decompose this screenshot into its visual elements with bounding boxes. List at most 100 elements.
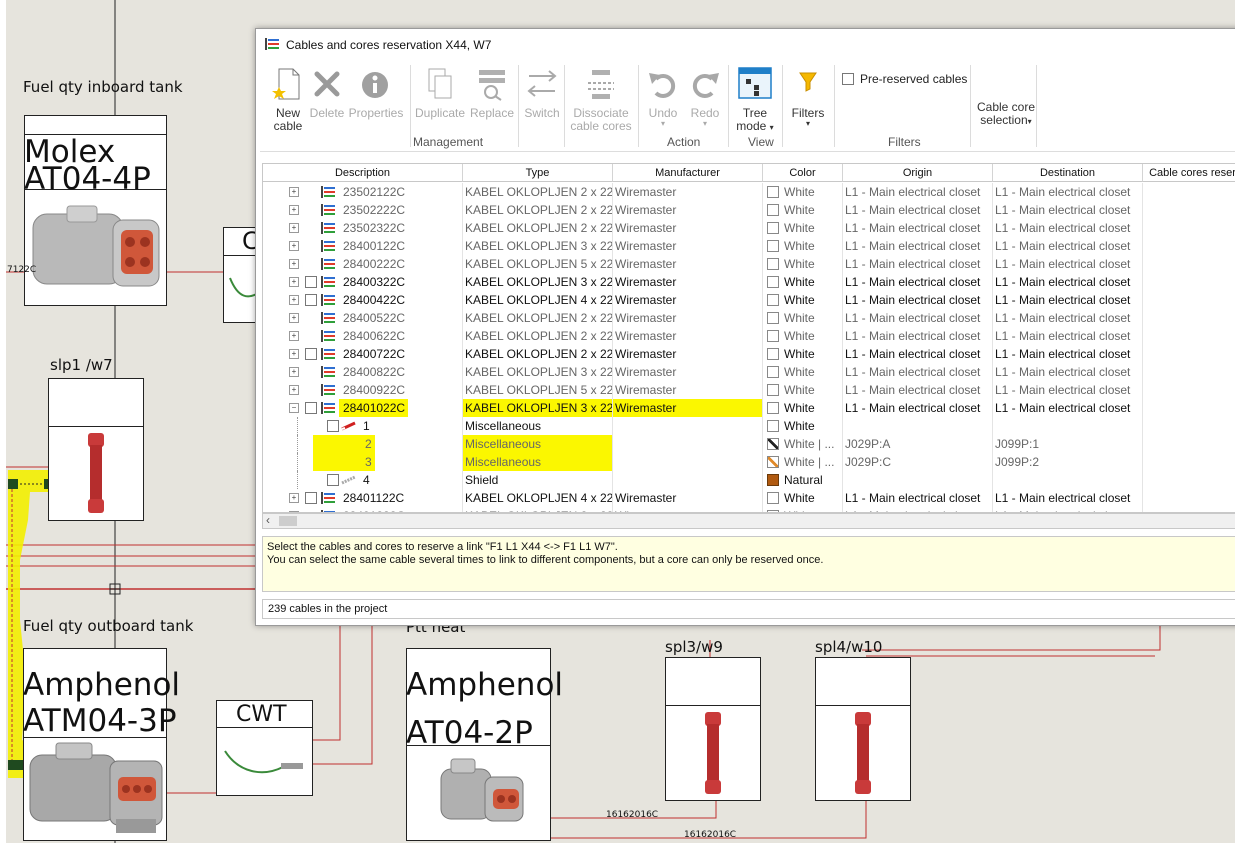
table-row[interactable]: +28400622C KABEL OKLOPLJEN 2 x 22 ... Wire… — [263, 327, 1235, 345]
cell-dest: J099P:2 — [993, 453, 1143, 471]
color-swatch-bicolor-black — [767, 437, 779, 450]
pre-reserved-cables-checkbox[interactable] — [842, 73, 854, 85]
dialog-titlebar[interactable]: Cables and cores reservation X44, W7 — [256, 29, 1235, 59]
scroll-thumb[interactable] — [279, 516, 297, 526]
undo-dropdown-arrow[interactable]: ▾ — [644, 120, 682, 128]
undo-button[interactable]: Undo ▾ — [644, 67, 682, 128]
tree-mode-button[interactable]: Tree mode ▾ — [734, 67, 776, 134]
col-header-origin[interactable]: Origin — [843, 164, 993, 182]
expand-toggle-icon[interactable]: + — [289, 223, 299, 233]
col-header-destination[interactable]: Destination — [993, 164, 1143, 182]
cwt-symbol[interactable]: CWT — [216, 700, 313, 796]
table-row[interactable]: +28401122C KABEL OKLOPLJEN 4 x 22 ... Wire… — [263, 489, 1235, 507]
info-line-2: You can select the same cable several ti… — [267, 554, 824, 566]
core-row[interactable]: 1 Miscellaneous White — [263, 417, 1235, 435]
color-swatch-white — [767, 275, 779, 288]
expand-toggle-icon[interactable]: + — [289, 493, 299, 503]
cell-origin: L1 - Main electrical closet — [843, 327, 993, 345]
col-header-cable-cores-reserved[interactable]: Cable cores reser — [1143, 164, 1235, 182]
row-checkbox[interactable] — [305, 492, 317, 504]
tree-mode-dropdown-arrow[interactable]: ▾ — [770, 123, 774, 132]
expand-toggle-icon[interactable]: + — [289, 259, 299, 269]
row-checkbox[interactable] — [305, 402, 317, 414]
expand-toggle-icon[interactable]: + — [289, 187, 299, 197]
table-row[interactable]: +28400522C KABEL OKLOPLJEN 2 x 22 ... Wire… — [263, 309, 1235, 327]
expand-toggle-icon[interactable]: + — [289, 313, 299, 323]
spl3-splice-symbol[interactable] — [665, 657, 761, 801]
table-row[interactable]: +23502222C KABEL OKLOPLJEN 2 x 22 ... Wire… — [263, 201, 1235, 219]
table-row[interactable]: − 28401022C KABEL OKLOPLJEN 3 x 22 ... Wire… — [263, 399, 1235, 417]
col-header-description[interactable]: Description — [263, 164, 463, 182]
properties-button[interactable]: Properties — [348, 67, 404, 120]
color-swatch-white — [767, 185, 779, 198]
new-cable-button[interactable]: New cable — [266, 67, 310, 133]
cell-description: − 28401022C — [263, 399, 463, 417]
expand-toggle-icon[interactable]: + — [289, 295, 299, 305]
expand-toggle-icon[interactable]: + — [289, 367, 299, 377]
col-header-manufacturer[interactable]: Manufacturer — [613, 164, 763, 182]
core-row[interactable]: 4 Shield Natural — [263, 471, 1235, 489]
cell-type: KABEL OKLOPLJEN 3 x 22 ... — [465, 363, 613, 381]
description-text: 1 — [363, 419, 370, 433]
expand-toggle-icon[interactable]: + — [289, 277, 299, 287]
delete-button[interactable]: Delete — [308, 67, 346, 120]
table-row[interactable]: +28400822C KABEL OKLOPLJEN 3 x 22 ... Wire… — [263, 363, 1235, 381]
core-row[interactable]: 3 Miscellaneous White | ... J029P:C J099P:2 — [263, 453, 1235, 471]
cell-type: KABEL OKLOPLJEN 2 x 22 ... — [465, 327, 613, 345]
slp1-splice-image — [88, 433, 104, 513]
redo-dropdown-arrow[interactable]: ▾ — [686, 120, 724, 128]
table-row[interactable]: +28400722C KABEL OKLOPLJEN 2 x 22 ... Wire… — [263, 345, 1235, 363]
filters-button[interactable]: Filters ▾ — [788, 67, 828, 128]
cables-table[interactable]: Description Type Manufacturer Color Orig… — [262, 163, 1235, 513]
core-row[interactable]: 2 Miscellaneous White | ... J029P:A J099P:1 — [263, 435, 1235, 453]
table-row[interactable]: +28400222C KABEL OKLOPLJEN 5 x 22 ... Wire… — [263, 255, 1235, 273]
cable-core-selection-button[interactable]: Cable core selection▾ — [974, 101, 1038, 128]
redo-button[interactable]: Redo ▾ — [686, 67, 724, 128]
cell-description: +28400322C — [263, 273, 463, 291]
cable-core-selection-dropdown-arrow[interactable]: ▾ — [1028, 117, 1032, 126]
replace-button[interactable]: Replace — [468, 67, 516, 120]
core-checkbox[interactable] — [327, 474, 339, 486]
row-checkbox[interactable] — [305, 348, 317, 360]
row-checkbox[interactable] — [305, 294, 317, 306]
table-row[interactable]: +23502122C KABEL OKLOPLJEN 2 x 22 ... Wire… — [263, 183, 1235, 201]
table-row[interactable]: +28400322C KABEL OKLOPLJEN 3 x 22 ... Wire… — [263, 273, 1235, 291]
expand-toggle-icon[interactable]: + — [289, 331, 299, 341]
expand-toggle-icon[interactable]: + — [289, 385, 299, 395]
description-text: 28400922C — [343, 383, 406, 397]
spl3-splice-image — [705, 712, 721, 794]
col-header-color[interactable]: Color — [763, 164, 843, 182]
switch-button[interactable]: Switch — [522, 67, 562, 120]
core-checkbox[interactable] — [327, 420, 339, 432]
cell-description: 2 — [263, 435, 463, 453]
expand-toggle-icon[interactable]: + — [289, 205, 299, 215]
cell-cable-cores-reserved — [1143, 363, 1235, 381]
cell-color: White — [763, 417, 843, 435]
color-swatch-white — [767, 329, 779, 342]
cell-type: KABEL OKLOPLJEN 2 x 22 ... — [465, 201, 613, 219]
cell-type: Shield — [463, 471, 613, 489]
duplicate-button[interactable]: Duplicate — [414, 67, 466, 120]
cable-icon — [321, 204, 335, 216]
col-header-type[interactable]: Type — [463, 164, 613, 182]
spl4-splice-symbol[interactable] — [815, 657, 911, 801]
table-row[interactable]: +23502322C KABEL OKLOPLJEN 2 x 22 ... Wire… — [263, 219, 1235, 237]
pre-reserved-cables-option[interactable]: Pre-reserved cables — [842, 71, 967, 86]
expand-toggle-icon[interactable]: + — [289, 241, 299, 251]
slp1-splice-symbol[interactable] — [48, 378, 144, 521]
table-row[interactable]: +28400422C KABEL OKLOPLJEN 4 x 22 ... Wire… — [263, 291, 1235, 309]
row-checkbox[interactable] — [305, 276, 317, 288]
horizontal-scrollbar[interactable]: ‹ — [262, 513, 1235, 529]
description-text: 3 — [313, 453, 375, 471]
table-row[interactable]: +28400922C KABEL OKLOPLJEN 5 x 22 ... Wire… — [263, 381, 1235, 399]
cell-dest: L1 - Main electrical closet — [993, 309, 1143, 327]
scroll-left-arrow[interactable]: ‹ — [266, 513, 270, 527]
dissociate-cable-cores-button[interactable]: Dissociate cable cores — [568, 67, 634, 133]
table-row[interactable]: +28400122C KABEL OKLOPLJEN 3 x 22 ... Wire… — [263, 237, 1235, 255]
color-text: White — [784, 185, 815, 199]
filters-dropdown-arrow[interactable]: ▾ — [788, 120, 828, 128]
cell-description: +28400522C — [263, 309, 463, 327]
cell-mfr: Wiremaster — [613, 291, 763, 309]
expand-toggle-icon[interactable]: + — [289, 349, 299, 359]
collapse-toggle-icon[interactable]: − — [289, 403, 299, 413]
